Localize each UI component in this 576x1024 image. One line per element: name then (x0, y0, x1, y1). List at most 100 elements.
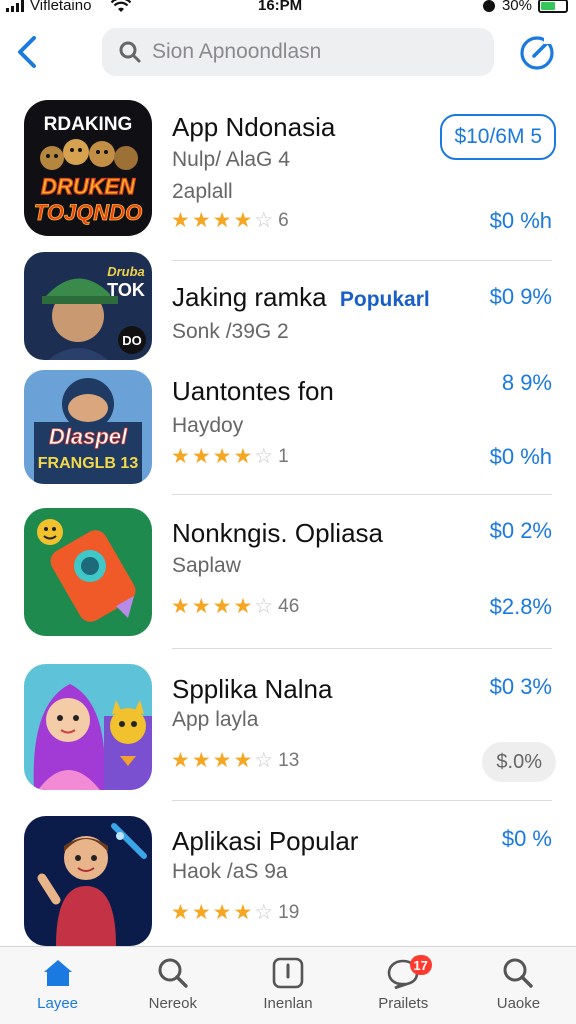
star-icon: ☆ (254, 595, 274, 618)
divider (172, 648, 552, 649)
rating-count: 13 (278, 749, 300, 771)
app-subtitle: Nulp/ AlaG 4 (172, 148, 290, 171)
app-subtitle: 2aplall (172, 180, 233, 203)
status-time: 16:PM (258, 0, 303, 14)
tab-tablet[interactable]: Inenlan (230, 947, 345, 1024)
list-item[interactable]: Druba TOK DO Jaking ramka Popukarl Sonk … (0, 252, 576, 364)
search-icon (158, 958, 188, 988)
star-icon: ★ (212, 209, 232, 232)
search-bar[interactable] (102, 28, 494, 76)
app-subtitle: App layla (172, 708, 259, 731)
tab-label: Inenlan (263, 995, 313, 1012)
star-icon: ☆ (254, 901, 274, 924)
icon-text: Dlaspel (49, 424, 128, 449)
icon-text: TOJQNDO (34, 200, 142, 225)
popular-tag: Popukarl (339, 288, 430, 311)
price-label: $0 9% (489, 284, 552, 309)
star-rating: ★ ★ ★ ★ ☆ 1 (171, 444, 289, 469)
star-icon: ★ (233, 749, 253, 772)
star-icon: ★ (212, 595, 232, 618)
battery-percent: 30% (501, 0, 532, 14)
compose-button[interactable] (518, 34, 556, 72)
tab-search[interactable]: Nereok (115, 947, 230, 1024)
list-item[interactable]: Aplikasi Popular Haok /aS 9a ★ ★ ★ ★ ☆ 19 $0… (0, 816, 576, 946)
app-icon: Druba TOK DO (24, 252, 152, 360)
star-rating: ★ ★ ★ ★ ☆ 13 (171, 748, 299, 773)
chevron-left-icon (18, 36, 36, 68)
star-icon: ★ (233, 209, 253, 232)
rating-count: 6 (278, 209, 289, 231)
home-icon (43, 960, 72, 986)
star-icon: ★ (212, 445, 232, 468)
app-name: Aplikasi Popular (172, 826, 359, 856)
app-icon (24, 816, 152, 946)
app-name: Uantontes fon (172, 376, 334, 406)
app-subtitle: Haydoy (172, 414, 244, 437)
star-icon: ★ (233, 595, 253, 618)
star-icon: ★ (191, 209, 211, 232)
search-icon (119, 41, 141, 63)
list-item[interactable]: Nonkngis. Opliasa Saplaw ★ ★ ★ ★ ☆ 46 $0 2% … (0, 508, 576, 649)
header (0, 26, 576, 80)
app-subtitle: Sonk /39G 2 (172, 320, 289, 343)
list-item[interactable]: Dlaspel FRANGLB 13 Uantontes fon Haydoy … (0, 370, 576, 495)
star-icon: ★ (212, 749, 232, 772)
tab-label: Layee (37, 995, 79, 1012)
list-item[interactable]: RDAKING DRUKEN TOJQNDO App Ndonasia Nulp… (0, 100, 576, 261)
icon-text: RDAKING (44, 114, 133, 135)
icon-text: FRANGLB 13 (38, 455, 139, 472)
app-name: Spplika Nalna (172, 674, 333, 704)
star-icon: ★ (191, 901, 211, 924)
star-rating: ★ ★ ★ ★ ☆ 6 (171, 208, 289, 233)
price-label: $0 3% (489, 674, 552, 699)
back-button[interactable] (12, 32, 44, 72)
battery-icon (538, 0, 568, 13)
price-label: $0 %h (489, 444, 552, 469)
compose-icon (520, 36, 554, 70)
status-right: 30% (482, 0, 568, 14)
star-icon: ★ (191, 595, 211, 618)
notification-badge: 17 (409, 955, 432, 975)
price-button[interactable]: $10/6M 5 (440, 114, 556, 160)
star-icon: ☆ (254, 209, 274, 232)
icon-text: DRUKEN (41, 174, 136, 199)
rating-count: 46 (278, 595, 300, 617)
icon-text: Druba (107, 264, 145, 279)
search-icon (503, 958, 534, 988)
wifi-icon (111, 0, 132, 12)
app-name-text: Jaking ramka (172, 282, 327, 312)
star-rating: ★ ★ ★ ★ ☆ 46 (171, 594, 299, 619)
alarm-icon (482, 0, 495, 12)
app-subtitle: Haok /aS 9a (172, 860, 288, 883)
star-icon: ★ (233, 445, 253, 468)
star-icon: ★ (171, 749, 190, 772)
tab-chat[interactable]: 17 Prailets (346, 947, 461, 1024)
tab-label: Prailets (378, 995, 429, 1012)
status-left: Vifletaino (6, 0, 132, 14)
icon-text: DO (122, 333, 142, 348)
star-icon: ★ (212, 901, 232, 924)
price-label: 8 9% (501, 370, 552, 395)
app-icon: RDAKING DRUKEN TOJQNDO (24, 100, 152, 236)
app-icon: Dlaspel FRANGLB 13 (24, 370, 152, 484)
star-icon: ★ (171, 445, 190, 468)
price-label: $0 % (501, 826, 552, 851)
status-bar: Vifletaino 16:PM 30% (0, 0, 576, 18)
signal-icon (6, 0, 24, 12)
tab-search-2[interactable]: Uaoke (461, 947, 576, 1024)
search-input[interactable] (152, 40, 452, 64)
star-icon: ☆ (254, 749, 274, 772)
tab-label: Uaoke (496, 995, 541, 1012)
list-item[interactable]: Spplika Nalna App layla ★ ★ ★ ★ ☆ 13 $0 3% $… (0, 664, 576, 804)
tab-home[interactable]: Layee (0, 947, 115, 1024)
app-icon (24, 508, 152, 636)
tab-bar: Layee Nereok Inenlan 17 Prailets Uaoke (0, 946, 576, 1024)
price-label: $2.8% (489, 594, 552, 619)
star-icon: ★ (171, 595, 190, 618)
rating-count: 1 (278, 445, 289, 467)
divider (172, 800, 552, 801)
app-subtitle: Saplaw (172, 554, 241, 577)
price-button[interactable]: $.0% (482, 742, 556, 782)
tablet-icon (272, 957, 304, 989)
star-icon: ★ (171, 901, 190, 924)
